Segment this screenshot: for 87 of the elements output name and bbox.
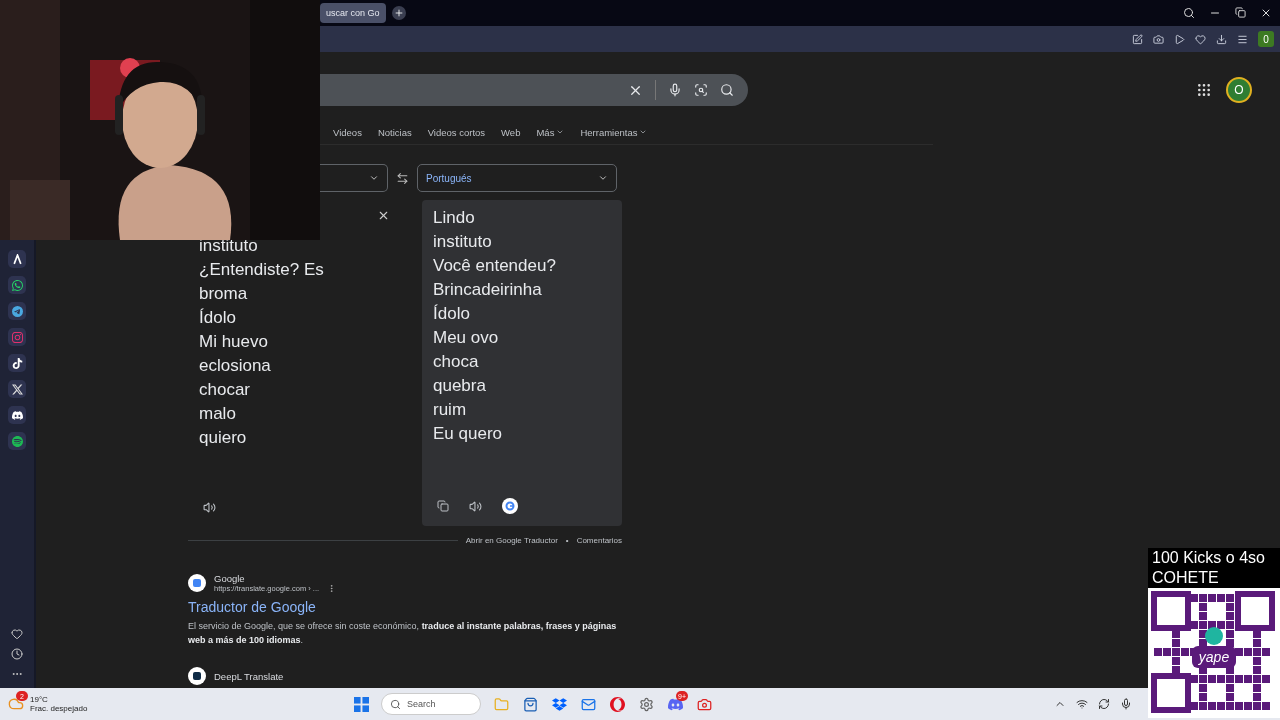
ring-icon[interactable] [608, 695, 626, 713]
edit-icon[interactable] [1132, 33, 1143, 45]
arrow-app-icon[interactable] [8, 250, 26, 268]
caret-icon [598, 173, 608, 183]
search-tab[interactable]: Más [536, 126, 565, 138]
translation-line: Eu quero [433, 423, 503, 445]
search-tab[interactable]: Web [501, 126, 521, 138]
heart-icon[interactable] [11, 628, 23, 640]
caret-icon [369, 173, 379, 183]
mic-icon[interactable] [668, 83, 682, 97]
search-tab[interactable]: Noticias [377, 126, 412, 138]
qr-code-drawing: yape [1148, 588, 1280, 718]
overlay-caption: COHETE [1148, 568, 1280, 588]
camera-icon[interactable] [1153, 33, 1164, 45]
translation-line: Meu ovo [433, 327, 500, 349]
separator-dot: • [565, 536, 569, 545]
feedback-link[interactable]: Comentarios [576, 536, 622, 545]
swap-icon[interactable] [396, 171, 409, 185]
start-icon[interactable] [352, 695, 370, 713]
gear-icon[interactable] [637, 695, 655, 713]
download-icon[interactable] [1216, 33, 1227, 45]
translation-line: quebra [433, 375, 487, 397]
translation-line: ruim [433, 399, 468, 421]
source-text-line: instituto [199, 235, 259, 257]
camera-icon[interactable] [8, 328, 26, 346]
source-text-line: chocar [199, 379, 252, 401]
x-mark-icon[interactable] [8, 380, 26, 398]
phone-bubble-icon[interactable] [8, 276, 26, 294]
lens-icon[interactable] [694, 83, 708, 97]
search-icon [390, 698, 401, 710]
search-icon[interactable] [720, 83, 734, 97]
open-translator-link[interactable]: Abrir en Google Traductor [465, 536, 558, 545]
source-text-line: malo [199, 403, 237, 425]
search-icon[interactable] [1183, 7, 1195, 19]
translation-line: Ídolo [433, 303, 471, 325]
speaker-icon[interactable] [469, 499, 482, 513]
source-text-line: eclosiona [199, 355, 272, 377]
restore-icon[interactable] [1235, 7, 1246, 18]
source-text-line: Ídolo [199, 307, 237, 329]
result-snippet: El servicio de Google, que se ofrece sin coste económico, traduce al instante palabras, frases y páginas web a más de 100 idiomas. [188, 620, 618, 647]
mic-icon[interactable] [1120, 698, 1132, 710]
browser-tab[interactable]: uscar con Go [320, 3, 386, 23]
heart-icon[interactable] [1195, 33, 1206, 45]
paper-plane-icon[interactable] [8, 302, 26, 320]
search-tab[interactable]: Videos [333, 126, 362, 138]
source-text-line: quiero [199, 427, 248, 449]
result-title-link[interactable]: Traductor de Google [188, 599, 618, 615]
target-language-select[interactable]: Portugués [417, 164, 617, 192]
translation-line: Lindo [433, 207, 476, 229]
music-note-icon[interactable] [8, 354, 26, 372]
search-tab[interactable]: Herramientas [580, 126, 648, 138]
close-icon[interactable] [377, 209, 390, 222]
translation-line: Brincadeirinha [433, 279, 543, 301]
game-controller-icon[interactable] [8, 406, 26, 424]
sync-icon[interactable] [1098, 698, 1110, 710]
wifi-icon[interactable] [1076, 698, 1088, 710]
apps-grid-icon[interactable] [1196, 82, 1212, 98]
translation-line: Você entendeu? [433, 255, 557, 277]
source-text-line: ¿Entendiste? Es [199, 259, 325, 281]
sound-waves-icon[interactable] [8, 432, 26, 450]
close-icon[interactable] [1260, 7, 1272, 19]
google-g-icon[interactable] [502, 498, 518, 514]
translation-line: choca [433, 351, 480, 373]
temperature: 19°C [30, 695, 49, 704]
clock-icon[interactable] [11, 648, 23, 660]
bag-icon[interactable] [521, 695, 539, 713]
search-field[interactable] [320, 74, 748, 106]
source-text-line: Mi huevo [199, 331, 269, 353]
source-text-line: broma [199, 283, 249, 305]
weather-icon [8, 696, 24, 712]
play-icon[interactable] [1174, 33, 1185, 45]
new-tab-button[interactable] [391, 6, 406, 20]
speaker-icon[interactable] [203, 501, 216, 514]
overlay-caption: 100 Kicks o 4so [1148, 548, 1280, 568]
profile-badge[interactable]: 0 [1258, 31, 1274, 47]
site-name: DeepL Translate [214, 670, 284, 682]
copy-icon[interactable] [437, 500, 449, 512]
site-favicon [188, 574, 206, 592]
open-box-icon[interactable] [550, 695, 568, 713]
taskbar-search-field[interactable]: Search [381, 693, 481, 715]
translation-line: instituto [433, 231, 493, 253]
menu-icon[interactable] [1237, 33, 1248, 45]
site-favicon [188, 667, 206, 685]
site-name: Google [214, 573, 246, 584]
search-tab[interactable]: Videos cortos [427, 126, 486, 138]
weather-condition: Frac. despejado [30, 704, 88, 713]
account-avatar[interactable]: O [1226, 77, 1252, 103]
